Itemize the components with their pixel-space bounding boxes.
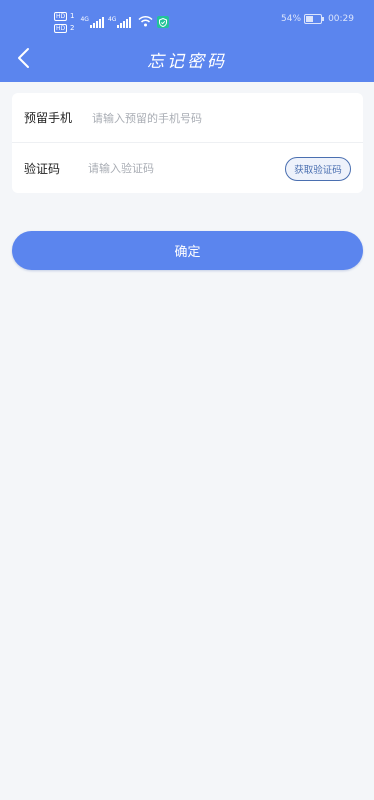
confirm-button[interactable]: 确定 xyxy=(12,231,363,270)
code-row: 验证码 获取验证码 xyxy=(12,143,363,193)
phone-row: 预留手机 xyxy=(12,93,363,143)
signal-icon xyxy=(89,16,104,28)
code-input[interactable] xyxy=(88,153,278,183)
battery-percent: 54% xyxy=(281,14,302,24)
network-type-1: 4G xyxy=(80,15,89,23)
network-type-2: 4G xyxy=(107,15,117,23)
sim2-index: 2 xyxy=(70,24,75,32)
form-card: 预留手机 验证码 获取验证码 xyxy=(12,93,363,193)
sim1-indicator: HD 1 xyxy=(54,11,74,21)
page-title: 忘记密码 xyxy=(147,52,227,72)
phone-label: 预留手机 xyxy=(24,111,73,125)
sim-indicators: HD 1 HD 2 xyxy=(54,11,74,33)
sim1-hd-tag: HD xyxy=(54,12,68,21)
status-bar-left: HD 1 HD 2 4G 4G xyxy=(54,10,170,34)
clock: 00:29 xyxy=(328,14,354,24)
sim2-hd-tag: HD xyxy=(54,24,68,33)
sim2-indicator: HD 2 xyxy=(54,23,74,33)
header-bar: HD 1 HD 2 4G 4G 54% 00:29 忘记密码 xyxy=(0,0,374,82)
security-shield-icon xyxy=(157,16,170,28)
get-code-button[interactable]: 获取验证码 xyxy=(285,157,351,181)
phone-input[interactable] xyxy=(92,103,347,133)
wifi-icon xyxy=(138,15,153,30)
status-bar: HD 1 HD 2 4G 4G 54% 00:29 xyxy=(0,8,374,36)
signal-icon xyxy=(117,16,132,28)
battery-icon xyxy=(304,14,325,24)
sim1-index: 1 xyxy=(70,12,75,20)
status-bar-right: 54% 00:29 xyxy=(281,14,354,24)
code-label: 验证码 xyxy=(24,161,61,176)
